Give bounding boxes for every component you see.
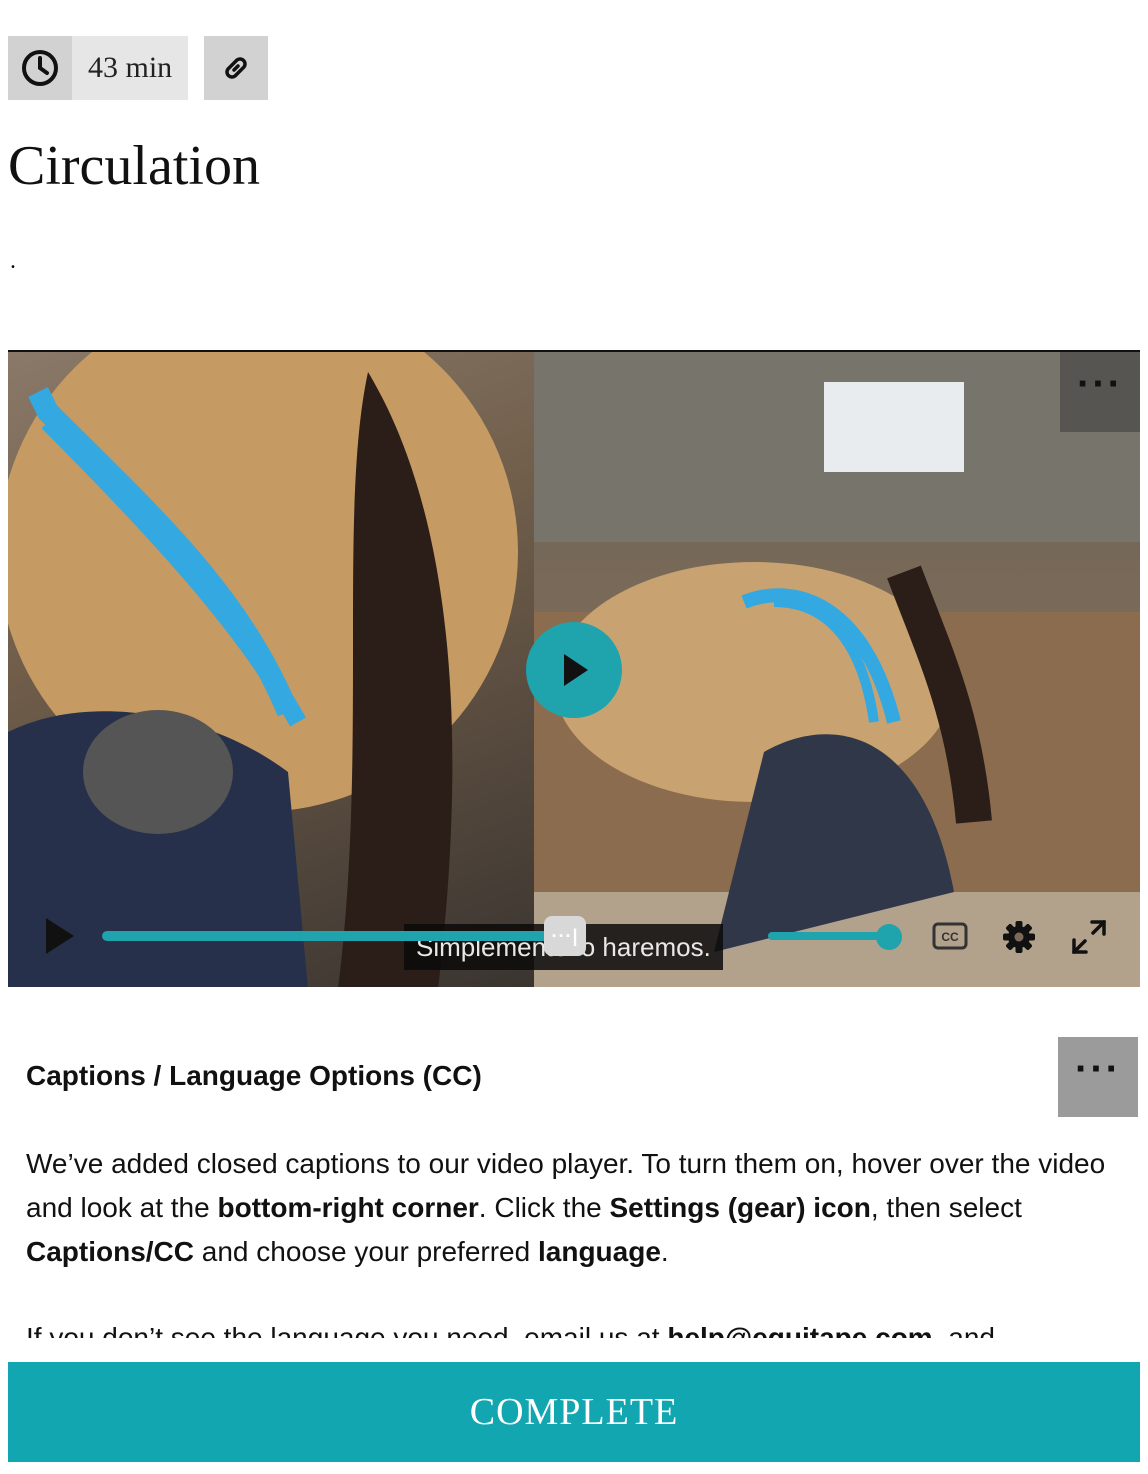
big-play-button[interactable] bbox=[526, 622, 622, 718]
progress-bar[interactable] bbox=[102, 931, 554, 941]
captions-heading: Captions / Language Options (CC) bbox=[26, 1060, 482, 1091]
duration-text: 43 min bbox=[88, 51, 173, 84]
more-options-button[interactable]: ··· bbox=[1058, 1037, 1138, 1117]
complete-button[interactable]: COMPLETE bbox=[8, 1362, 1140, 1462]
intro-text: . bbox=[10, 248, 16, 274]
language-request-text: If you don’t see the language you need, … bbox=[26, 1316, 1116, 1338]
seek-preview-thumb[interactable]: ···| bbox=[544, 916, 586, 956]
more-icon: ··· bbox=[1077, 362, 1123, 406]
captions-instructions: We’ve added closed captions to our video… bbox=[26, 1148, 1106, 1267]
clock-icon bbox=[8, 36, 72, 100]
video-frame-right bbox=[534, 352, 1140, 987]
play-icon bbox=[46, 918, 74, 954]
page-title: Circulation bbox=[8, 135, 260, 197]
svg-text:CC: CC bbox=[941, 930, 959, 944]
cc-icon: CC bbox=[932, 922, 968, 950]
fullscreen-button[interactable] bbox=[1070, 918, 1108, 956]
play-button[interactable] bbox=[38, 914, 82, 958]
settings-button[interactable] bbox=[1000, 918, 1038, 956]
video-frame-left bbox=[8, 352, 534, 987]
duration-badge: 43 min bbox=[8, 36, 189, 100]
volume-knob[interactable] bbox=[876, 924, 902, 950]
more-icon: ··· bbox=[1075, 1047, 1121, 1091]
link-icon bbox=[225, 57, 247, 79]
video-more-options-button[interactable]: ··· bbox=[1060, 352, 1140, 432]
support-email-link[interactable]: help@equitape.com bbox=[667, 1322, 932, 1338]
scrub-dots: ···| bbox=[551, 925, 579, 946]
expand-icon bbox=[1072, 920, 1106, 954]
play-icon bbox=[564, 654, 588, 686]
lesson-meta: 43 min bbox=[8, 36, 269, 100]
captions-button[interactable]: CC bbox=[932, 922, 968, 950]
copy-link-button[interactable] bbox=[204, 36, 269, 100]
gear-icon bbox=[1003, 921, 1035, 953]
video-player[interactable]: ··· Simplemente lo haremos. ···| CC bbox=[8, 350, 1140, 987]
volume-slider[interactable] bbox=[768, 932, 890, 940]
